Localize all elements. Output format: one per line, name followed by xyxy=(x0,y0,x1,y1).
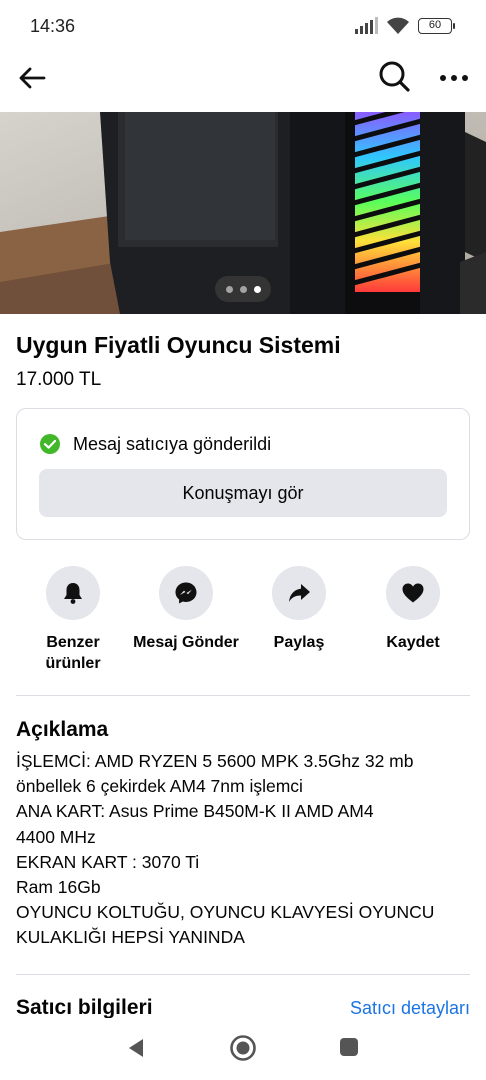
back-arrow-icon[interactable] xyxy=(14,60,50,96)
more-icon[interactable] xyxy=(436,60,472,96)
description-line: önbellek 6 çekirdek AM4 7nm işlemci xyxy=(16,776,303,797)
seller-info-heading: Satıcı bilgileri xyxy=(16,996,153,1018)
messenger-icon xyxy=(175,582,197,604)
divider xyxy=(16,974,470,975)
share-icon xyxy=(289,584,310,602)
similar-items-label: Benzer ürünler xyxy=(45,632,100,674)
send-message-action[interactable]: Mesaj Gönder xyxy=(129,566,243,653)
message-status: Mesaj satıcıya gönderildi xyxy=(39,433,271,455)
send-message-label: Mesaj Gönder xyxy=(133,634,239,651)
description-line: ANA KART: Asus Prime B450M-K II AMD AM4 xyxy=(16,801,374,822)
battery-icon: 60 xyxy=(418,18,455,34)
description-line: 4400 MHz xyxy=(16,826,96,847)
seller-details-link[interactable]: Satıcı detayları xyxy=(350,998,470,1019)
description-line: EKRAN KART : 3070 Ti xyxy=(16,851,200,872)
listing-title: Uygun Fiyatli Oyuncu Sistemi xyxy=(16,332,341,358)
save-action[interactable]: Kaydet xyxy=(356,566,470,653)
send-message-button[interactable] xyxy=(159,566,213,620)
status-bar: 14:36 60 xyxy=(0,0,486,52)
nav-home-icon[interactable] xyxy=(229,1034,257,1062)
search-icon[interactable] xyxy=(376,58,412,94)
wifi-icon xyxy=(387,17,409,34)
similar-items-action[interactable]: Benzer ürünler xyxy=(16,566,130,674)
status-time: 14:36 xyxy=(30,16,76,36)
pager-dot xyxy=(239,285,247,293)
share-button[interactable] xyxy=(272,566,326,620)
divider xyxy=(16,695,470,696)
nav-back-icon[interactable] xyxy=(124,1036,148,1060)
status-icons: 60 xyxy=(354,16,455,36)
similar-items-label-text: Benzer ürünler xyxy=(45,634,101,672)
signal-icon xyxy=(355,17,378,34)
pager-dot xyxy=(225,285,233,293)
system-nav-bar xyxy=(0,1018,486,1080)
description-line: KULAKLIĞI HEPSİ YANINDA xyxy=(16,927,245,948)
listing-price: 17.000 TL xyxy=(16,369,102,390)
bell-icon xyxy=(64,583,82,604)
top-nav xyxy=(0,52,486,104)
pager-dot-active xyxy=(253,285,261,293)
description-body: İŞLEMCİ: AMD RYZEN 5 5600 MPK 3.5Ghz 32 … xyxy=(16,749,476,951)
check-circle-icon xyxy=(40,434,60,454)
description-line: OYUNCU KOLTUĞU, OYUNCU KLAVYESİ OYUNCU xyxy=(16,902,435,923)
share-action[interactable]: Paylaş xyxy=(242,566,356,653)
view-conversation-button[interactable]: Konuşmayı gör xyxy=(39,469,447,517)
description-heading: Açıklama xyxy=(16,718,109,741)
save-label: Kaydet xyxy=(386,634,440,651)
action-row: Benzer ürünler Mesaj Gönder Paylaş Kayde… xyxy=(16,566,470,676)
description-line: Ram 16Gb xyxy=(16,877,101,898)
description-line: İŞLEMCİ: AMD RYZEN 5 5600 MPK 3.5Ghz 32 … xyxy=(16,751,414,771)
message-sent-card: Mesaj satıcıya gönderildi Konuşmayı gör xyxy=(16,408,470,540)
message-status-text: Mesaj satıcıya gönderildi xyxy=(73,433,272,454)
image-pager xyxy=(215,276,271,302)
save-button[interactable] xyxy=(386,566,440,620)
share-label: Paylaş xyxy=(273,634,325,651)
similar-items-button[interactable] xyxy=(46,566,100,620)
heart-icon xyxy=(402,583,424,603)
nav-recents-icon[interactable] xyxy=(339,1037,359,1057)
